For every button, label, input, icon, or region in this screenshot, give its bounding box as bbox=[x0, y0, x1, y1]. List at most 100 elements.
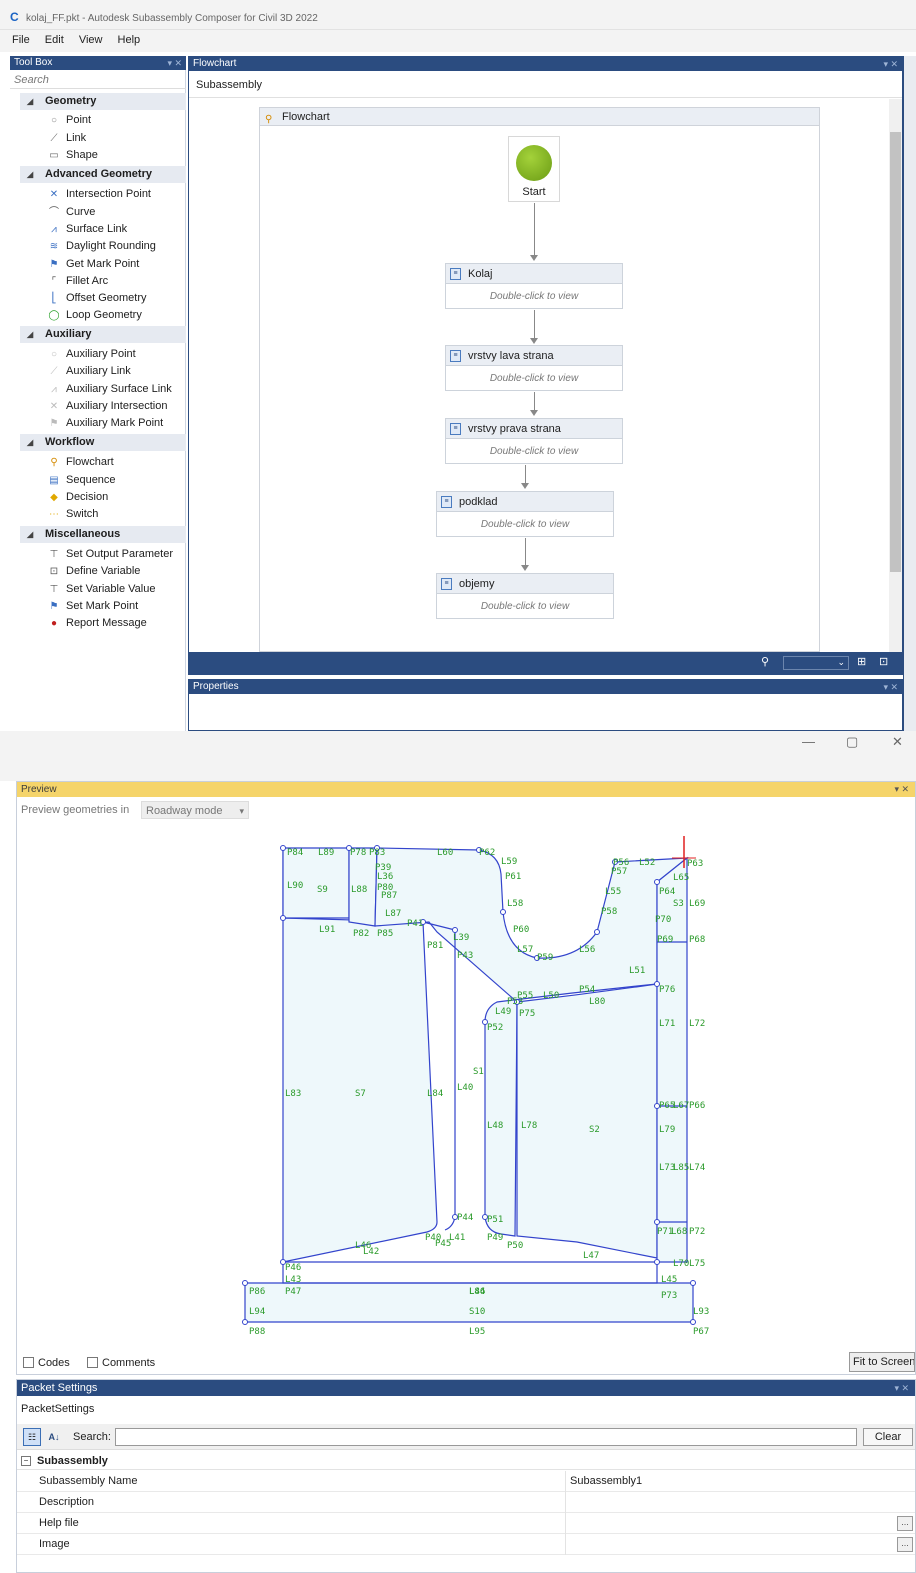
toolbox-search-input[interactable]: Search bbox=[10, 71, 186, 89]
start-node[interactable]: Start bbox=[508, 136, 560, 202]
panel-pin-icon[interactable]: ▾ ✕ bbox=[167, 56, 182, 70]
minimize-icon[interactable]: — bbox=[802, 734, 815, 749]
geometry-label-p40: P40 bbox=[425, 1233, 441, 1243]
tool-set-output-parameter[interactable]: ⊤ Set Output Parameter bbox=[46, 546, 173, 563]
point-p43[interactable] bbox=[452, 927, 458, 933]
panel-pin-icon[interactable]: ▾ ✕ bbox=[894, 1380, 909, 1396]
tool-offset-geometry[interactable]: ⎣ Offset Geometry bbox=[46, 290, 147, 307]
fit-icon[interactable]: ⊞ bbox=[857, 655, 866, 668]
panel-pin-icon[interactable]: ▾ ✕ bbox=[883, 57, 898, 71]
property-row-description[interactable]: Description bbox=[17, 1492, 915, 1513]
category-workflow[interactable]: ◢ Workflow bbox=[20, 434, 186, 451]
property-value[interactable] bbox=[565, 1534, 915, 1555]
panel-pin-icon[interactable]: ▾ ✕ bbox=[894, 782, 909, 797]
activity-kolaj[interactable]: ≡ Kolaj Double-click to view bbox=[445, 263, 623, 309]
preview-mode-select[interactable]: Roadway mode ▾ bbox=[141, 801, 249, 819]
alphabetical-sort-icon[interactable]: A↓ bbox=[45, 1428, 63, 1446]
section-subassembly[interactable]: − Subassembly bbox=[17, 1452, 915, 1470]
browse-button[interactable]: … bbox=[897, 1537, 913, 1552]
zoom-select[interactable]: ⌄ bbox=[783, 656, 849, 670]
flowchart-breadcrumb[interactable]: Subassembly bbox=[189, 72, 902, 98]
point[interactable] bbox=[654, 1259, 660, 1265]
property-row-image[interactable]: Image… bbox=[17, 1534, 915, 1555]
flowchart-scrollbar[interactable] bbox=[889, 99, 902, 659]
category-miscellaneous[interactable]: ◢ Miscellaneous bbox=[20, 526, 186, 543]
point-p88[interactable] bbox=[242, 1319, 248, 1325]
point-p86[interactable] bbox=[242, 1280, 248, 1286]
activity-objemy[interactable]: ≡ objemy Double-click to view bbox=[436, 573, 614, 619]
menu-file[interactable]: File bbox=[12, 30, 30, 50]
tool-auxiliary-intersection[interactable]: ✕ Auxiliary Intersection bbox=[46, 398, 168, 415]
clear-button[interactable]: Clear bbox=[863, 1428, 913, 1446]
flowchart-canvas[interactable]: ⚲ Flowchart Start ≡ Kolaj Double-click to … bbox=[189, 99, 889, 659]
property-value[interactable] bbox=[565, 1513, 915, 1534]
collapse-icon[interactable]: ◢ bbox=[27, 434, 33, 451]
tool-intersection-point[interactable]: ✕ Intersection Point bbox=[46, 186, 151, 203]
collapse-icon[interactable]: ◢ bbox=[27, 93, 33, 110]
category-auxiliary[interactable]: ◢ Auxiliary bbox=[20, 326, 186, 343]
panel-pin-icon[interactable]: ▾ ✕ bbox=[883, 680, 898, 694]
tool-curve[interactable]: ⌒ Curve bbox=[46, 204, 95, 221]
close-icon[interactable]: ✕ bbox=[892, 734, 903, 750]
property-search-input[interactable] bbox=[115, 1428, 857, 1446]
tool-sequence[interactable]: ▤ Sequence bbox=[46, 472, 115, 489]
collapse-icon[interactable]: ◢ bbox=[27, 166, 33, 183]
overview-icon[interactable]: ⊡ bbox=[879, 655, 888, 668]
tool-get-mark-point[interactable]: ⚑ Get Mark Point bbox=[46, 256, 140, 273]
tool-link[interactable]: ⟋ Link bbox=[46, 130, 87, 147]
property-row-help-file[interactable]: Help file… bbox=[17, 1513, 915, 1534]
categorized-view-icon[interactable]: ☷ bbox=[23, 1428, 41, 1446]
zoom-icon[interactable]: ⚲ bbox=[761, 655, 769, 668]
point-p64[interactable] bbox=[654, 879, 660, 885]
tool-switch[interactable]: ⋯ Switch bbox=[46, 506, 98, 523]
fit-to-screen-button[interactable]: Fit to Screen bbox=[849, 1352, 915, 1372]
activity-vrstvy-prava-strana[interactable]: ≡ vrstvy prava strana Double-click to vie… bbox=[445, 418, 623, 464]
tool-set-mark-point[interactable]: ⚑ Set Mark Point bbox=[46, 598, 139, 615]
point-p58[interactable] bbox=[594, 929, 600, 935]
point-p87[interactable] bbox=[690, 1319, 696, 1325]
codes-checkbox[interactable]: Codes bbox=[23, 1355, 70, 1371]
menu-edit[interactable]: Edit bbox=[45, 30, 64, 50]
point-p71[interactable] bbox=[654, 1219, 660, 1225]
point-p80[interactable] bbox=[280, 915, 286, 921]
preview-geometry-canvas[interactable]: P84 L89 P78 P83P39L36P80P87L90 S9 L88L60 P62L5… bbox=[17, 822, 915, 1352]
tool-auxiliary-mark-point[interactable]: ⚑ Auxiliary Mark Point bbox=[46, 415, 164, 432]
browse-button[interactable]: … bbox=[897, 1516, 913, 1531]
tool-shape[interactable]: ▭ Shape bbox=[46, 147, 98, 164]
tool-report-message[interactable]: ● Report Message bbox=[46, 615, 147, 632]
collapse-icon[interactable]: ◢ bbox=[27, 526, 33, 543]
tool-auxiliary-link[interactable]: ⟋ Auxiliary Link bbox=[46, 363, 131, 380]
sequence-icon: ≡ bbox=[450, 268, 461, 280]
tool-decision[interactable]: ◆ Decision bbox=[46, 489, 108, 506]
tool-flowchart[interactable]: ⚲ Flowchart bbox=[46, 454, 113, 471]
activity-podklad[interactable]: ≡ podklad Double-click to view bbox=[436, 491, 614, 537]
property-value[interactable]: Subassembly1 bbox=[565, 1471, 915, 1492]
surface-link-icon: ⩘ bbox=[51, 224, 57, 235]
scrollbar-thumb[interactable] bbox=[890, 132, 901, 572]
menu-help[interactable]: Help bbox=[118, 30, 141, 50]
property-value[interactable] bbox=[565, 1492, 915, 1513]
maximize-icon[interactable]: ▢ bbox=[846, 734, 858, 750]
collapse-icon[interactable]: − bbox=[21, 1456, 31, 1466]
tool-auxiliary-surface-link[interactable]: ⩘ Auxiliary Surface Link bbox=[46, 381, 172, 398]
collapse-icon[interactable]: ◢ bbox=[27, 326, 33, 343]
activity-vrstvy-lava-strana[interactable]: ≡ vrstvy lava strana Double-click to view bbox=[445, 345, 623, 391]
point-p84[interactable] bbox=[280, 845, 286, 851]
geometry-label-l47: L47 bbox=[583, 1251, 599, 1261]
tool-loop-geometry[interactable]: ◯ Loop Geometry bbox=[46, 307, 141, 324]
geometry-label-l51: L51 bbox=[629, 966, 645, 976]
tool-fillet-arc[interactable]: ⌜ Fillet Arc bbox=[46, 273, 109, 290]
tool-daylight-rounding[interactable]: ≋ Daylight Rounding bbox=[46, 238, 156, 255]
comments-checkbox[interactable]: Comments bbox=[87, 1355, 155, 1371]
tool-point[interactable]: ○ Point bbox=[46, 112, 91, 129]
property-row-subassembly-name[interactable]: Subassembly Name Subassembly1 bbox=[17, 1471, 915, 1492]
tool-set-variable-value[interactable]: ⊤ Set Variable Value bbox=[46, 581, 156, 598]
tool-define-variable[interactable]: ⊡ Define Variable bbox=[46, 563, 141, 580]
menu-view[interactable]: View bbox=[79, 30, 103, 50]
category-advanced-geometry[interactable]: ◢ Advanced Geometry bbox=[20, 166, 186, 183]
point-p85[interactable] bbox=[690, 1280, 696, 1286]
tool-surface-link[interactable]: ⩘ Surface Link bbox=[46, 221, 127, 238]
tool-auxiliary-point[interactable]: ○ Auxiliary Point bbox=[46, 346, 136, 363]
point-p60[interactable] bbox=[500, 909, 506, 915]
category-geometry[interactable]: ◢ Geometry bbox=[20, 93, 186, 110]
